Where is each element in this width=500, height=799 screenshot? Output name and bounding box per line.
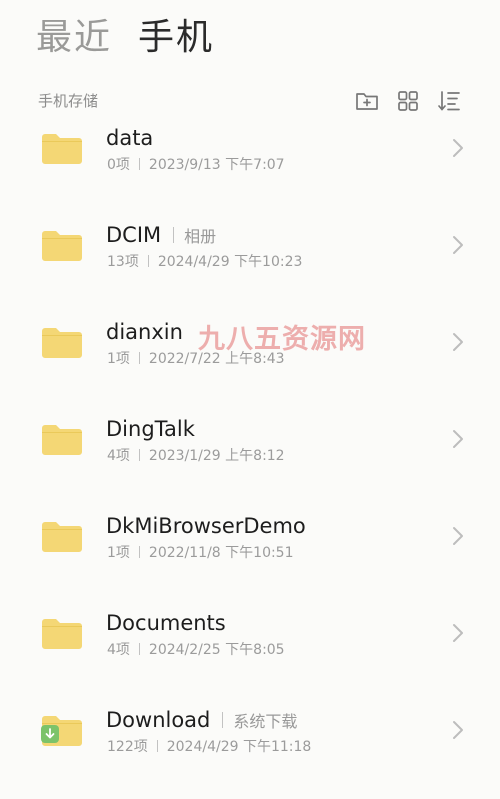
download-badge-icon [41, 725, 59, 743]
folder-icon [42, 132, 82, 164]
storage-toolbar: 手机存储 [38, 88, 466, 114]
new-folder-icon[interactable] [354, 88, 380, 114]
folder-icon [42, 520, 82, 552]
folder-count: 13项 [107, 254, 139, 270]
folder-row-data[interactable]: data 0项 2023/9/13 下午7:07 [0, 120, 500, 217]
chevron-right-icon [452, 332, 464, 352]
grid-view-icon[interactable] [395, 88, 421, 114]
folder-date: 2022/11/8 下午10:51 [148, 545, 294, 561]
folder-icon [42, 617, 82, 649]
folder-count: 1项 [107, 545, 130, 561]
folder-name: DCIM [106, 223, 162, 247]
folder-row-dkmibrowserdemo[interactable]: DkMiBrowserDemo 1项 2022/11/8 下午10:51 [0, 508, 500, 605]
folder-name: dianxin [106, 320, 183, 344]
folder-name: Download [106, 708, 211, 732]
chevron-right-icon [452, 429, 464, 449]
folder-icon [42, 229, 82, 261]
watermark: 九八五资源网 [198, 324, 366, 355]
folder-count: 4项 [107, 448, 130, 464]
folder-row-download[interactable]: Download 系统下载 122项 2024/4/29 下午11:18 [0, 702, 500, 799]
folder-count: 4项 [107, 642, 130, 658]
folder-date: 2024/4/29 下午10:23 [157, 254, 303, 270]
folder-icon [42, 326, 82, 358]
folder-count: 1项 [107, 351, 130, 367]
folder-date: 2023/1/29 上午8:12 [148, 448, 285, 464]
folder-date: 2023/9/13 下午7:07 [148, 157, 285, 173]
folder-icon [41, 714, 82, 746]
folder-name: Documents [106, 611, 226, 635]
storage-label: 手机存储 [38, 92, 99, 110]
folder-icon [42, 423, 82, 455]
folder-name: data [106, 126, 154, 150]
tab-recent[interactable]: 最近 [36, 14, 112, 62]
chevron-right-icon [452, 138, 464, 158]
folder-count: 122项 [107, 739, 148, 755]
sort-icon[interactable] [436, 88, 462, 114]
chevron-right-icon [452, 526, 464, 546]
folder-alias: 系统下载 [233, 712, 298, 731]
folder-row-dingtalk[interactable]: DingTalk 4项 2023/1/29 上午8:12 [0, 411, 500, 508]
folder-row-dcim[interactable]: DCIM 相册 13项 2024/4/29 下午10:23 [0, 217, 500, 314]
chevron-right-icon [452, 720, 464, 740]
folder-alias: 相册 [184, 227, 217, 246]
folder-date: 2024/4/29 下午11:18 [166, 739, 312, 755]
folder-name: DkMiBrowserDemo [106, 514, 306, 538]
chevron-right-icon [452, 623, 464, 643]
folder-name: DingTalk [106, 417, 195, 441]
folder-date: 2024/2/25 下午8:05 [148, 642, 285, 658]
tab-phone[interactable]: 手机 [138, 14, 214, 62]
chevron-right-icon [452, 235, 464, 255]
folder-row-documents[interactable]: Documents 4项 2024/2/25 下午8:05 [0, 605, 500, 702]
folder-count: 0项 [107, 157, 130, 173]
